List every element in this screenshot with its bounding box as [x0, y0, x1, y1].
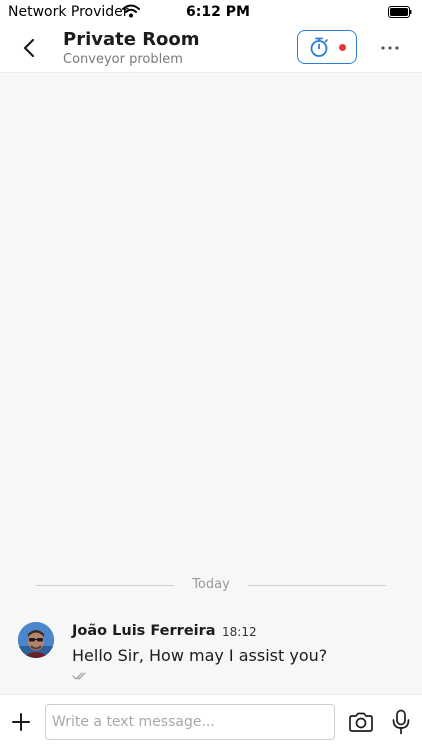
clock-label: 6:12 PM: [186, 4, 250, 20]
chevron-left-icon[interactable]: [16, 34, 44, 62]
message-composer: [0, 694, 422, 751]
date-divider: Today: [36, 576, 386, 596]
date-divider-label: Today: [192, 577, 230, 592]
message-timestamp: 18:12: [222, 625, 257, 639]
room-title: Private Room: [63, 29, 200, 50]
double-check-icon: [72, 672, 86, 680]
divider-line: [248, 585, 386, 586]
message-input[interactable]: [45, 704, 335, 740]
stopwatch-icon: [310, 37, 328, 57]
message-text: Hello Sir, How may I assist you?: [72, 646, 328, 665]
wifi-icon: [122, 4, 140, 18]
more-horizontal-icon[interactable]: [378, 38, 402, 58]
status-bar: Network Provider 6:12 PM: [0, 0, 422, 24]
message-item[interactable]: João Luis Ferreira 18:12 Hello Sir, How …: [18, 621, 408, 691]
plus-icon[interactable]: [10, 711, 32, 733]
avatar-image: [18, 622, 54, 658]
camera-icon[interactable]: [348, 712, 374, 732]
divider-line: [36, 585, 174, 586]
recording-dot-icon: [339, 44, 346, 51]
timer-button[interactable]: [297, 30, 357, 64]
sender-name[interactable]: João Luis Ferreira: [72, 623, 216, 639]
chat-header: Private Room Conveyor problem: [0, 24, 422, 73]
avatar[interactable]: [18, 622, 54, 658]
room-subtitle: Conveyor problem: [63, 52, 183, 67]
carrier-label: Network Provider: [8, 4, 129, 20]
battery-icon: [388, 6, 412, 18]
message-list[interactable]: Today João Luis Ferreira 18:12 Hello Sir…: [0, 73, 422, 693]
microphone-icon[interactable]: [391, 709, 411, 735]
